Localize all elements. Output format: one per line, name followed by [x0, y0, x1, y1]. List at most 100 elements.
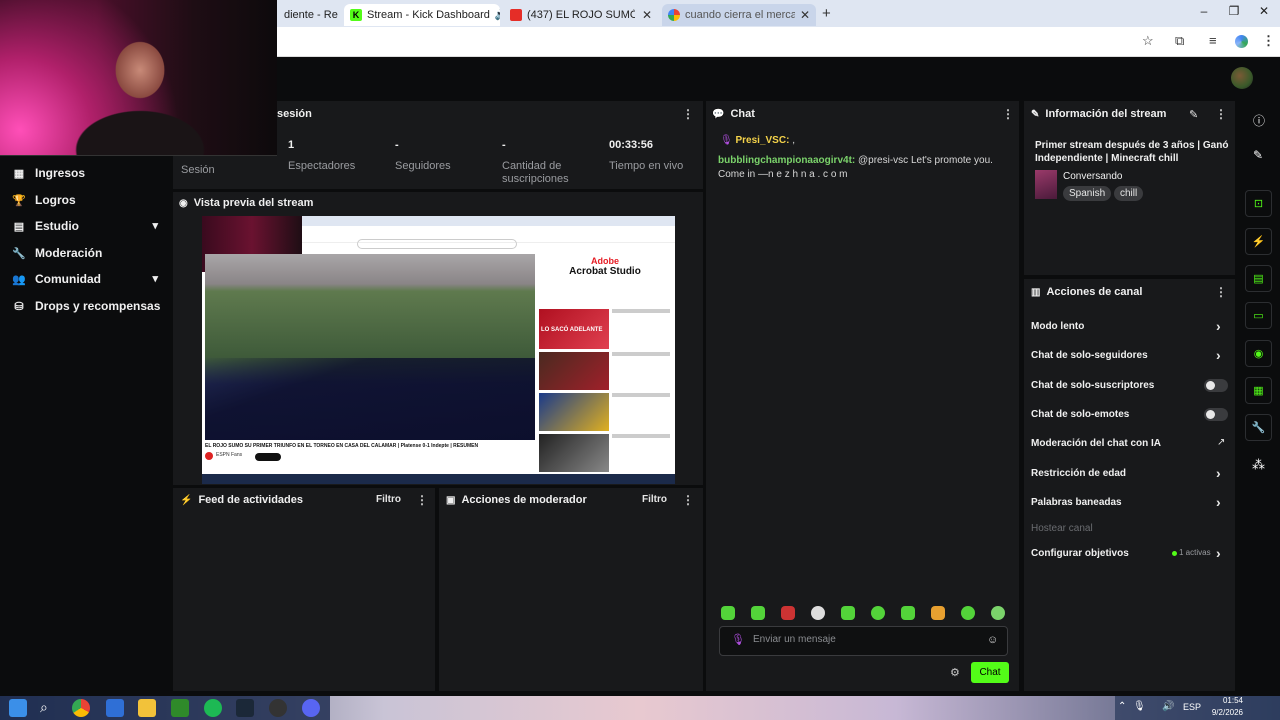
category-name[interactable]: Conversando — [1063, 171, 1122, 182]
activity-filter-button[interactable]: Filtro — [376, 494, 401, 505]
language-indicator[interactable]: ESP — [1183, 702, 1201, 712]
activity-menu-icon[interactable]: ⋮ — [416, 493, 428, 507]
option-slow-mode[interactable]: Modo lento — [1031, 321, 1084, 332]
minecraft-icon[interactable] — [171, 699, 189, 717]
browser-tab[interactable]: diente - Re — [278, 4, 342, 26]
layout-icon[interactable]: ▦ — [1245, 377, 1272, 404]
close-tab-icon[interactable]: ✕ — [800, 8, 810, 22]
drops-icon: ⛁ — [14, 300, 24, 313]
spotify-icon[interactable] — [204, 699, 222, 717]
chat-settings-gear-icon[interactable]: ⚙ — [950, 666, 960, 679]
video-thumbnail[interactable] — [539, 393, 609, 431]
chevron-right-icon[interactable]: › — [1216, 494, 1221, 510]
chevron-right-icon[interactable]: › — [1216, 318, 1221, 334]
stream-info-menu-icon[interactable]: ⋮ — [1215, 107, 1227, 121]
windows-start-icon[interactable] — [9, 699, 27, 717]
edit-pencil-icon[interactable]: ✎ — [1189, 108, 1198, 121]
browser-tab[interactable]: cuando cierra el mercado de pa ✕ — [662, 4, 816, 26]
store-icon[interactable] — [106, 699, 124, 717]
tag-pill[interactable]: Spanish — [1063, 186, 1112, 201]
browser-menu-icon[interactable]: ⋮ — [1262, 33, 1275, 49]
emoji-picker-icon[interactable]: ☺ — [987, 634, 998, 646]
wrench-icon[interactable]: 🔧 — [1245, 414, 1272, 441]
emote-icon[interactable] — [721, 606, 735, 620]
sidebar-item-moderacion[interactable]: 🔧 Moderación — [0, 240, 172, 266]
tray-chevron-icon[interactable]: ⌃ — [1118, 701, 1126, 712]
obs-icon[interactable] — [269, 699, 287, 717]
pen-icon[interactable]: ✎ — [1253, 148, 1263, 162]
minimize-button[interactable]: – — [1189, 4, 1219, 22]
screen-capture-icon[interactable]: ⊡ — [1245, 190, 1272, 217]
steam-icon[interactable] — [236, 699, 254, 717]
mod-menu-icon[interactable]: ⋮ — [682, 493, 694, 507]
option-ai-moderation[interactable]: Moderación del chat con IA — [1031, 438, 1161, 449]
sidebar-item-drops[interactable]: ⛁ Drops y recompensas — [0, 293, 172, 319]
sidebar-item-logros[interactable]: 🏆 Logros — [0, 187, 172, 213]
emotes-only-toggle[interactable] — [1204, 408, 1228, 421]
share-nodes-icon[interactable]: ⁂ — [1252, 457, 1265, 473]
chat-username[interactable]: bubblingchampionaaogirv4t: — [718, 155, 855, 166]
broadcast-icon[interactable]: ◉ — [1245, 340, 1272, 367]
discord-icon[interactable] — [302, 699, 320, 717]
emote-icon[interactable] — [811, 606, 825, 620]
emote-icon[interactable] — [841, 606, 855, 620]
video-thumbnail[interactable] — [539, 434, 609, 472]
chevron-right-icon[interactable]: › — [1216, 465, 1221, 481]
lightning-icon[interactable]: ⚡ — [1245, 228, 1272, 255]
info-icon[interactable]: ⓘ — [1253, 112, 1265, 129]
chat-send-button[interactable]: Chat — [971, 662, 1009, 683]
extensions-icon[interactable]: ⧉ — [1175, 33, 1184, 49]
emote-icon[interactable] — [901, 606, 915, 620]
chat-menu-icon[interactable]: ⋮ — [1002, 107, 1014, 121]
option-banned-words[interactable]: Palabras baneadas — [1031, 497, 1122, 508]
sidebar-item-label: Ingresos — [35, 166, 86, 180]
youtube-icon — [510, 9, 522, 21]
mic-tray-icon[interactable]: 🎙 — [1133, 701, 1146, 712]
profile-icon[interactable] — [1235, 35, 1248, 48]
session-menu-icon[interactable]: ⋮ — [682, 107, 694, 121]
search-icon[interactable]: ⌕ — [40, 699, 48, 716]
chat-username[interactable]: Presi_VSC: — [735, 135, 789, 146]
option-followers-only[interactable]: Chat de solo-seguidores — [1031, 350, 1148, 361]
video-thumbnail[interactable] — [539, 352, 609, 390]
bookmark-star-icon[interactable]: ☆ — [1142, 33, 1154, 49]
chat-icon[interactable]: ▭ — [1245, 302, 1272, 329]
close-tab-icon[interactable]: ✕ — [642, 8, 652, 22]
browser-tab[interactable]: (437) EL ROJO SUMÓ SU PRIME ✕ — [504, 4, 658, 26]
user-avatar[interactable] — [1231, 67, 1253, 89]
category-thumbnail[interactable] — [1035, 170, 1057, 199]
emote-icon[interactable] — [991, 606, 1005, 620]
sidebar-item-ingresos[interactable]: ▦ Ingresos — [0, 160, 172, 186]
tag-pill[interactable]: chill — [1114, 186, 1144, 201]
subscribers-only-toggle[interactable] — [1204, 379, 1228, 392]
sidebar-item-comunidad[interactable]: 👥 Comunidad ▾ — [0, 266, 172, 292]
browser-tab-active[interactable]: K Stream - Kick Dashboard 🔊 ✕ — [344, 4, 500, 26]
emote-icon[interactable] — [871, 606, 885, 620]
mod-filter-button[interactable]: Filtro — [642, 494, 667, 505]
volume-icon[interactable]: 🔊 — [1162, 701, 1174, 712]
external-link-icon[interactable]: ↗ — [1217, 437, 1225, 448]
clock-date[interactable]: 9/2/2026 — [1206, 708, 1243, 717]
new-tab-button[interactable]: + — [822, 5, 831, 22]
close-window-button[interactable]: ✕ — [1249, 4, 1279, 22]
video-thumbnail[interactable]: LO SACÓ ADELANTE — [539, 309, 609, 349]
option-goals[interactable]: Configurar objetivos — [1031, 548, 1129, 559]
sidebar-item-estudio[interactable]: ▤ Estudio ▾ — [0, 213, 172, 239]
channel-actions-title: Acciones de canal — [1046, 286, 1143, 298]
file-explorer-icon[interactable] — [138, 699, 156, 717]
stream-preview-video[interactable]: Adobe Acrobat Studio LO SACÓ ADELANTE EL… — [202, 216, 675, 484]
emote-icon[interactable] — [751, 606, 765, 620]
emote-icon[interactable] — [961, 606, 975, 620]
document-icon[interactable]: ▤ — [1245, 265, 1272, 292]
emote-icon[interactable] — [931, 606, 945, 620]
maximize-button[interactable]: ❐ — [1219, 4, 1249, 22]
clock-time[interactable]: 01:54 — [1213, 696, 1243, 705]
channel-actions-menu-icon[interactable]: ⋮ — [1215, 285, 1227, 299]
media-controls-icon[interactable]: ≡ — [1209, 33, 1217, 48]
chrome-icon[interactable] — [72, 699, 90, 717]
chevron-right-icon[interactable]: › — [1216, 545, 1221, 561]
option-age-restriction[interactable]: Restricción de edad — [1031, 468, 1126, 479]
chevron-right-icon[interactable]: › — [1216, 347, 1221, 363]
speaker-icon[interactable]: 🔊 — [495, 10, 500, 21]
emote-icon[interactable] — [781, 606, 795, 620]
